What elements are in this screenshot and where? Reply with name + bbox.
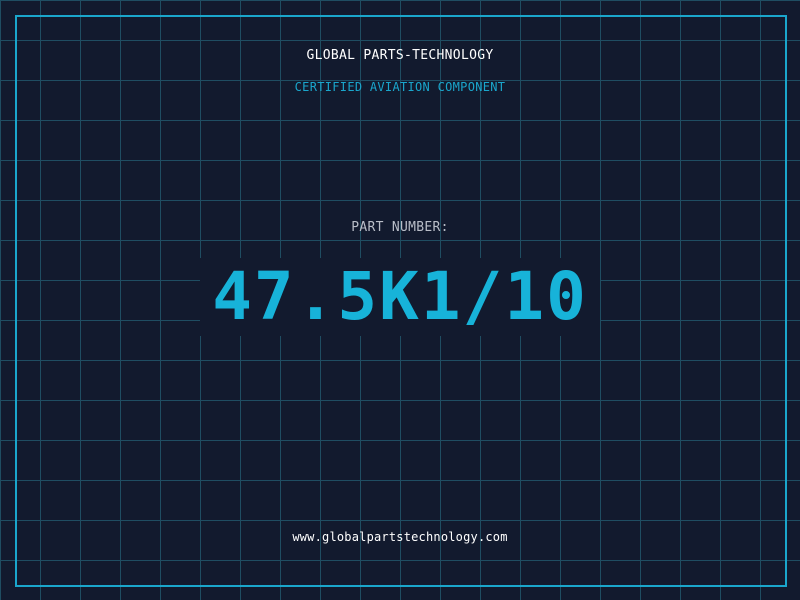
company-name: GLOBAL PARTS-TECHNOLOGY (306, 48, 494, 63)
part-number-value: 47.5K1/10 (212, 258, 588, 335)
part-number-label: PART NUMBER: (351, 220, 449, 235)
certification-subtitle: CERTIFIED AVIATION COMPONENT (294, 80, 506, 94)
website-url: www.globalpartstechnology.com (292, 530, 508, 544)
